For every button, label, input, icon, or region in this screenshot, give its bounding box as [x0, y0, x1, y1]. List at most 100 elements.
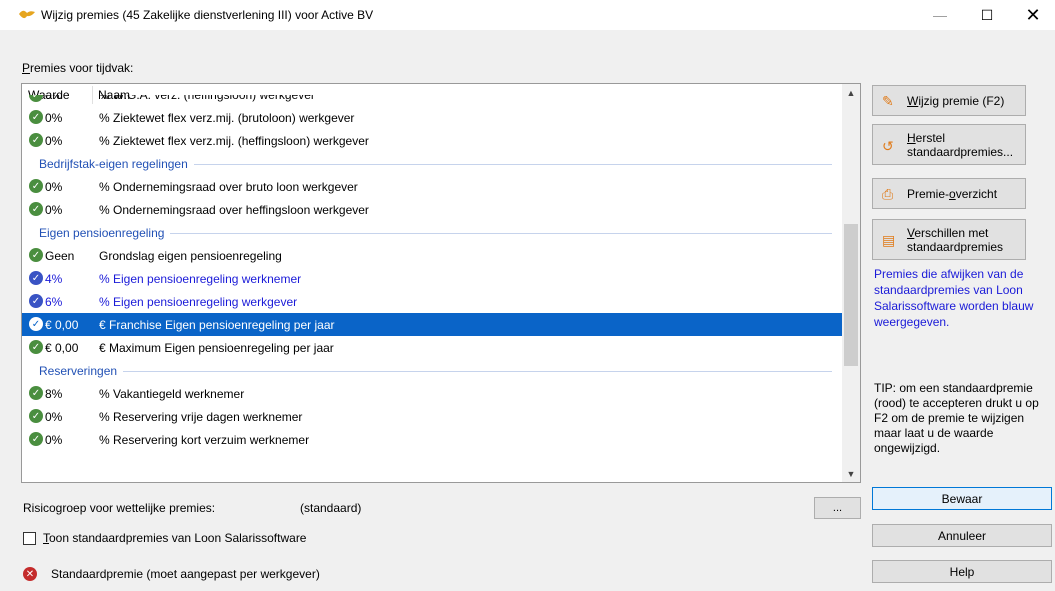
bewaar-button[interactable]: Bewaar: [872, 487, 1052, 510]
check-status-icon: ✓: [29, 317, 43, 331]
herstel-text-2: standaardpremies...: [907, 145, 1014, 159]
premium-list[interactable]: Waarde Naam ✓ 0%% W.G.A. verz. (heffingsl…: [21, 83, 861, 483]
close-button[interactable]: ✕: [1010, 0, 1055, 30]
group-header: Eigen pensioenregeling: [22, 221, 842, 244]
table-row[interactable]: ✓ 8% % Vakantiegeld werknemer: [22, 382, 842, 405]
row-name: € Franchise Eigen pensioenregeling per j…: [99, 318, 335, 332]
row-name: € Maximum Eigen pensioenregeling per jaa…: [99, 341, 334, 355]
risicogroep-browse-button[interactable]: ...: [814, 497, 861, 519]
verschillen-button[interactable]: ▤ Verschillen met standaardpremies: [872, 219, 1026, 260]
row-value: € 0,00: [45, 318, 79, 332]
custom-status-icon: ✓: [29, 271, 43, 285]
info-blue-text: Premies die afwijken van de standaardpre…: [874, 267, 1034, 329]
table-row[interactable]: ✓ 0% % Reservering kort verzuim werknemer: [22, 428, 842, 451]
checkbox-label[interactable]: Toon standaardpremies van Loon Salarisso…: [43, 531, 306, 545]
group-label: Reserveringen: [39, 364, 124, 378]
table-row[interactable]: ✓ 0% % Ziektewet flex verz.mij. (heffingsl…: [22, 129, 842, 152]
row-value: 0%: [45, 180, 63, 194]
row-name: % W.G.A. verz. (heffingsloon) werkgever: [99, 95, 315, 102]
herstel-standaardpremies-button[interactable]: ↺ Herstel standaardpremies...: [872, 124, 1026, 165]
checkbox-box[interactable]: [23, 531, 36, 545]
legend: ✕ Standaardpremie (moet aangepast per we…: [23, 567, 320, 581]
table-row[interactable]: ✓ 0% % W.G.A. verz. (heffingsloon) werkgev…: [22, 95, 842, 106]
row-value: 0%: [45, 410, 63, 424]
row-name: % Eigen pensioenregeling werknemer: [99, 272, 302, 286]
table-row[interactable]: ✓ Geen Grondslag eigen pensioenregeling: [22, 244, 842, 267]
wijzig-premie-button[interactable]: ✎ Wijzig premie (F2): [872, 85, 1026, 116]
help-button[interactable]: Help: [872, 560, 1052, 583]
row-value: 0%: [45, 203, 63, 217]
title-bar: Wijzig premies (45 Zakelijke dienstverle…: [0, 0, 1055, 30]
row-name: % Eigen pensioenregeling werkgever: [99, 295, 298, 309]
table-row[interactable]: ✓ 0% % Ondernemingsraad over heffingsloon …: [22, 198, 842, 221]
check-status-icon: ✓: [29, 179, 43, 193]
scroll-up-icon[interactable]: ▲: [842, 84, 860, 101]
row-value: 0%: [45, 111, 63, 125]
undo-icon: ↺: [882, 138, 894, 154]
row-value: € 0,00: [45, 341, 79, 355]
check-status-icon: ✓: [29, 386, 43, 400]
list-label: Premies voor tijdvak:: [22, 61, 133, 75]
checkbox-label-text: oon standaardpremies van Loon Salarissof…: [49, 531, 307, 545]
group-header: Bedrijfstak-eigen regelingen: [22, 152, 842, 175]
check-status-icon: ✓: [29, 202, 43, 216]
table-row[interactable]: ✓ 4% % Eigen pensioenregeling werknemer: [22, 267, 842, 290]
risicogroep-label: Risicogroep voor wettelijke premies:: [23, 501, 216, 515]
herstel-accel: H: [907, 131, 916, 145]
wijzig-premie-label: Wijzig premie (F2): [907, 94, 1004, 108]
app-logo-icon: [19, 10, 35, 19]
row-name: % Ondernemingsraad over heffingsloon wer…: [99, 203, 369, 217]
verschillen-text-1: erschillen met: [914, 226, 989, 240]
check-status-icon: ✓: [29, 409, 43, 423]
minimize-button[interactable]: —: [917, 0, 963, 30]
row-value: 0%: [45, 433, 63, 447]
overzicht-text: verzicht: [955, 187, 998, 201]
error-status-icon: ✕: [23, 567, 37, 581]
info-tip-text: TIP: om een standaardpremie (rood) te ac…: [874, 381, 1039, 455]
table-row[interactable]: ✓ 0% % Reservering vrije dagen werknemer: [22, 405, 842, 428]
annuleer-button[interactable]: Annuleer: [872, 524, 1052, 547]
group-label: Bedrijfstak-eigen regelingen: [39, 157, 194, 171]
row-name: % Ziektewet flex verz.mij. (heffingsloon…: [99, 134, 369, 148]
herstel-text-1: erstel: [915, 131, 946, 145]
risicogroep-value: (standaard): [300, 501, 362, 515]
herstel-label: Herstel standaardpremies...: [907, 131, 1013, 159]
row-name: % Vakantiegeld werknemer: [99, 387, 245, 401]
row-value: 6%: [45, 295, 63, 309]
wijzig-text: ijzig premie (F2): [918, 94, 1005, 108]
table-row[interactable]: ✓ 6% % Eigen pensioenregeling werkgever: [22, 290, 842, 313]
check-status-icon: ✓: [29, 248, 43, 262]
legend-text: Standaardpremie (moet aangepast per werk…: [51, 567, 320, 581]
group-header: Reserveringen: [22, 359, 842, 382]
row-name: % Ziektewet flex verz.mij. (brutoloon) w…: [99, 111, 355, 125]
list-label-accel: P: [22, 61, 31, 75]
group-label: Eigen pensioenregeling: [39, 226, 171, 240]
table-row[interactable]: ✓ 0% % Ondernemingsraad over bruto loon we…: [22, 175, 842, 198]
table-row[interactable]: ✓ 0% % Ziektewet flex verz.mij. (brutoloon…: [22, 106, 842, 129]
row-name: % Ondernemingsraad over bruto loon werkg…: [99, 180, 358, 194]
printer-icon: ⎙: [882, 186, 894, 202]
row-name: % Reservering kort verzuim werknemer: [99, 433, 310, 447]
toon-standaardpremies-checkbox[interactable]: Toon standaardpremies van Loon Salarisso…: [23, 531, 306, 545]
check-status-icon: ✓: [29, 95, 43, 102]
wijzig-accel: W: [907, 94, 919, 108]
premie-overzicht-button[interactable]: ⎙ Premie-overzicht: [872, 178, 1026, 209]
scroll-thumb[interactable]: [844, 224, 858, 366]
row-name: % Reservering vrije dagen werknemer: [99, 410, 303, 424]
custom-status-icon: ✓: [29, 294, 43, 308]
row-name: Grondslag eigen pensioenregeling: [99, 249, 282, 263]
table-row-selected[interactable]: ✓ € 0,00 € Franchise Eigen pensioenregelin…: [22, 313, 842, 336]
vertical-scrollbar[interactable]: ▲ ▼: [842, 84, 860, 482]
verschillen-label: Verschillen met standaardpremies: [907, 226, 1003, 254]
overzicht-pre: Premie-: [907, 187, 950, 201]
list-label-text: remies voor tijdvak:: [30, 61, 134, 75]
check-status-icon: ✓: [29, 340, 43, 354]
overzicht-label: Premie-overzicht: [907, 187, 997, 201]
verschillen-text-2: standaardpremies: [907, 240, 1004, 254]
scroll-down-icon[interactable]: ▼: [842, 465, 860, 482]
check-status-icon: ✓: [29, 432, 43, 446]
overzicht-accel: o: [949, 187, 956, 201]
row-value: Geen: [45, 249, 75, 263]
table-row[interactable]: ✓ € 0,00 € Maximum Eigen pensioenregeling …: [22, 336, 842, 359]
maximize-button[interactable]: ☐: [964, 0, 1010, 30]
